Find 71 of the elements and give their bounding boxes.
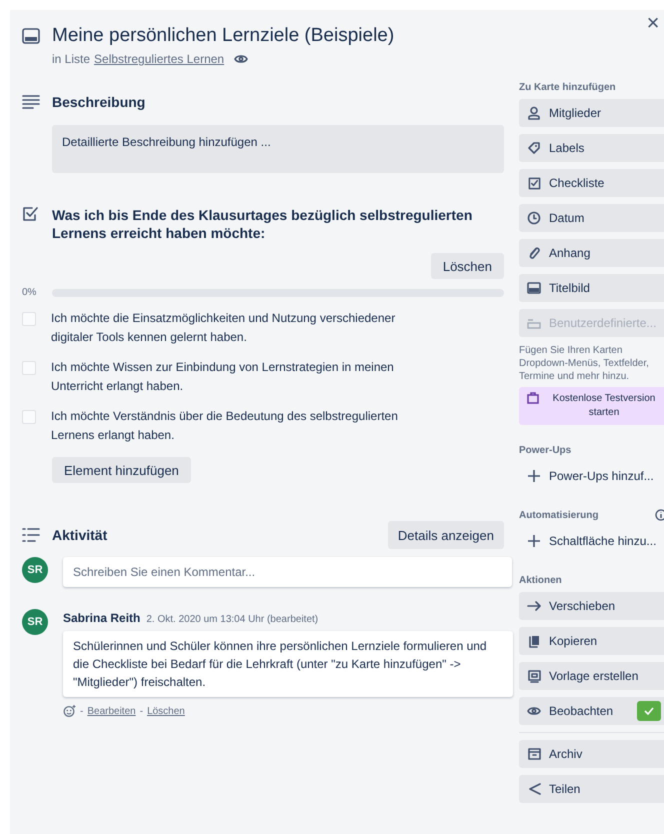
sidebar-button[interactable]: Kopieren	[519, 627, 664, 655]
sidebar-button[interactable]: Archiv	[519, 740, 664, 768]
comment-time: 2. Okt. 2020 um 13:04 Uhr (bearbeitet)	[146, 614, 318, 625]
card-icon	[527, 282, 541, 294]
activity-icon	[22, 528, 40, 542]
add-button[interactable]: Schaltfläche hinzu...	[519, 527, 664, 555]
sidebar-heading: Power-Ups	[519, 444, 572, 456]
sidebar-heading: Automatisierung	[519, 510, 598, 520]
checkbox[interactable]	[22, 361, 36, 375]
sidebar-button[interactable]: Checkliste	[519, 169, 664, 197]
sidebar-button[interactable]: Verschieben	[519, 592, 664, 620]
archive-icon	[528, 748, 540, 760]
checkbox[interactable]	[22, 410, 36, 424]
sidebar-heading: Aktionen	[519, 574, 562, 586]
sidebar-button[interactable]: Beobachten	[519, 697, 664, 725]
plus-icon	[528, 470, 540, 482]
template-icon	[528, 670, 540, 682]
separator: -	[140, 706, 144, 716]
eye-icon	[234, 54, 248, 64]
clock-icon	[527, 211, 541, 225]
close-button[interactable]: ×	[642, 10, 664, 36]
plus-icon	[528, 535, 540, 547]
comment-field[interactable]: Schreiben Sie einen Kommentar...	[63, 557, 512, 587]
card-icon	[22, 28, 40, 44]
trial-button[interactable]: Kostenlose Testversion starten	[519, 387, 664, 425]
comment-action-link[interactable]: Löschen	[147, 706, 185, 716]
progress-percent: 0%	[22, 287, 38, 298]
comment-text: Schülerinnen und Schüler können ihre persönlichen Lernziele formulieren und die Checkliste bei Bedarf für die Lehrkraft (unter "zu Karte hinzufügen" -> "Mitglieder") freischalten.	[63, 631, 513, 697]
avatar[interactable]: SR	[22, 609, 48, 635]
comment-action-link[interactable]: Bearbeiten	[87, 706, 136, 716]
sidebar-heading: Zu Karte hinzufügen	[519, 82, 616, 92]
sidebar-button[interactable]: Titelbild	[519, 274, 664, 302]
separator: -	[80, 706, 84, 716]
section-heading: Beschreibung	[52, 94, 146, 110]
description-icon	[22, 95, 40, 109]
checklist-item: Ich möchte die Einsatzmöglichkeiten und Nutzung verschiedener digitaler Tools kennen gelernt haben.	[51, 310, 396, 346]
list-label: in Liste	[52, 52, 90, 66]
sidebar-button[interactable]: Anhang	[519, 239, 664, 267]
checklist-icon	[22, 206, 38, 222]
emoji-add-icon[interactable]	[63, 705, 76, 717]
checklist-item: Ich möchte Verständnis über die Bedeutung des selbstregulierten Lernens erlangt haben.	[51, 408, 399, 444]
sidebar-button[interactable]: Mitglieder	[519, 99, 664, 127]
add-item-button[interactable]: Element hinzufügen	[52, 457, 191, 483]
eye-icon	[527, 706, 541, 716]
paperclip-icon	[527, 246, 541, 260]
sidebar-button[interactable]: Labels	[519, 134, 664, 162]
checklist-item: Ich möchte Wissen zur Einbindung von Lernstrategien in meinen Unterricht erlangt haben.	[51, 359, 395, 395]
folder-icon	[527, 317, 541, 329]
details-button[interactable]: Details anzeigen	[388, 521, 504, 549]
sidebar-button[interactable]: Teilen	[519, 775, 664, 803]
comment-author: Sabrina Reith	[63, 611, 140, 625]
avatar[interactable]: SR	[22, 557, 48, 583]
info-icon[interactable]	[655, 509, 664, 521]
card-title: Meine persönlichen Lernziele (Beispiele)	[52, 25, 394, 47]
description-field[interactable]: Detaillierte Beschreibung hinzufügen ...	[52, 125, 504, 173]
copy-icon	[528, 634, 540, 648]
checklist-title: Was ich bis Ende des Klausurtages bezüglich selbstregulierten Lernens erreicht haben möchte:	[52, 206, 474, 242]
checkbox[interactable]	[22, 312, 36, 326]
share-icon	[528, 783, 540, 795]
sidebar-button[interactable]: Datum	[519, 204, 664, 232]
section-heading: Aktivität	[52, 527, 108, 543]
person-icon	[527, 106, 541, 120]
list-link[interactable]: Selbstreguliertes Lernen	[94, 52, 224, 66]
sidebar-button[interactable]: Vorlage erstellen	[519, 662, 664, 690]
add-button[interactable]: Power-Ups hinzuf...	[519, 462, 664, 490]
checklist-icon	[528, 176, 540, 190]
delete-button[interactable]: Löschen	[430, 253, 504, 279]
briefcase-icon	[527, 392, 539, 404]
tag-icon	[527, 141, 541, 155]
help-text: Fügen Sie Ihren Karten Dropdown-Menüs, Textfelder, Termine und mehr hinzu.	[519, 344, 650, 383]
arrow-right-icon	[527, 601, 541, 611]
